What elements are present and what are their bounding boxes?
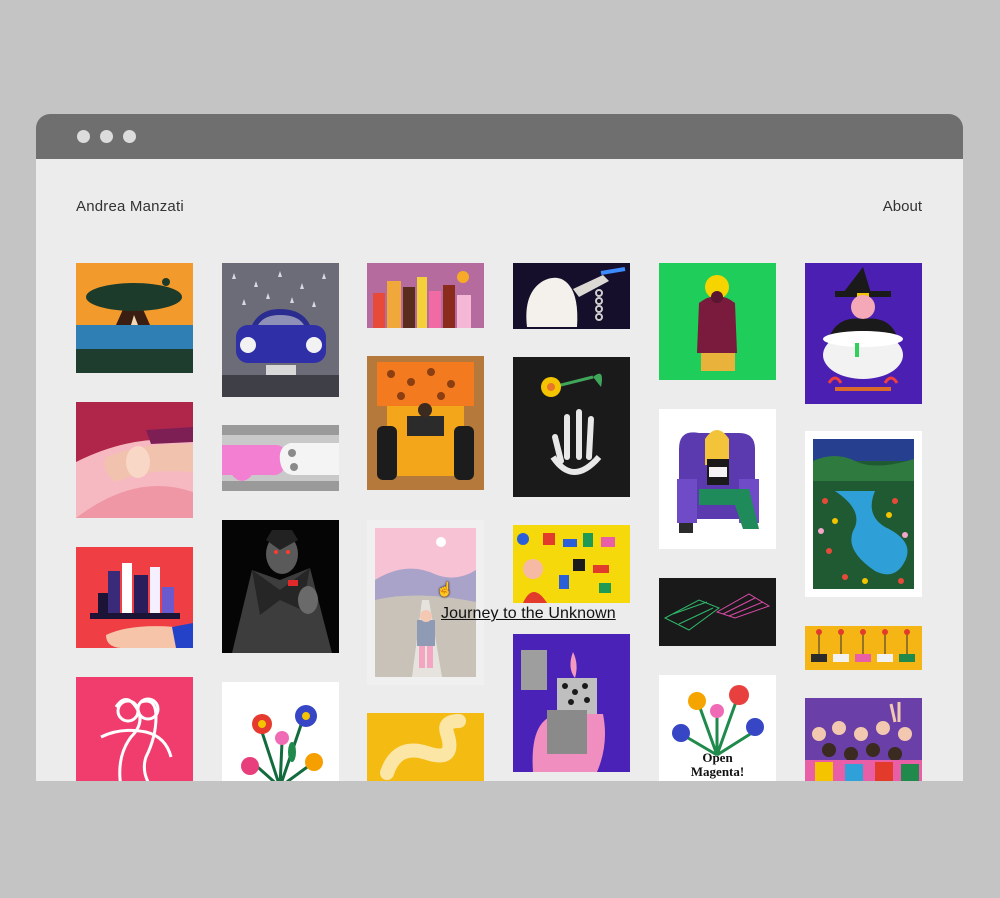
tile-vampire[interactable] <box>222 520 339 653</box>
maximize-control[interactable] <box>123 130 136 143</box>
ghost-chain-illustration <box>513 263 630 329</box>
vampire-illustration <box>222 520 339 653</box>
tile-open-magenta[interactable]: Open Magenta! <box>659 675 776 781</box>
embracing-couple-illustration <box>76 677 193 781</box>
puzzle-girl-illustration <box>513 525 630 603</box>
skeleton-hand-illustration <box>513 357 630 497</box>
open-magenta-line-1: Open <box>702 750 733 765</box>
wireframe-hands-illustration <box>659 578 776 646</box>
tile-flowers-bouquet[interactable] <box>222 682 339 781</box>
about-link[interactable]: About <box>883 198 922 215</box>
landscape-map-illustration <box>805 431 922 597</box>
tile-woman-chair-reading[interactable] <box>659 409 776 549</box>
tile-lighter[interactable] <box>513 634 630 772</box>
tile-city-on-hand[interactable] <box>76 547 193 648</box>
tile-journey-to-the-unknown[interactable] <box>367 520 484 685</box>
open-magenta-line-2: Magenta! <box>690 764 745 779</box>
tile-potion-bottles[interactable] <box>367 263 484 328</box>
yellow-snake-illustration <box>367 713 484 781</box>
hover-caption-link[interactable]: Journey to the Unknown <box>441 605 616 623</box>
tile-mouth-finger[interactable] <box>76 402 193 518</box>
journey-illustration <box>367 520 484 685</box>
green-saint-illustration <box>659 263 776 380</box>
flowers-bouquet-illustration <box>222 682 339 781</box>
tile-skeleton-hand-flower[interactable] <box>513 357 630 497</box>
tile-embracing-couple[interactable] <box>76 677 193 781</box>
page-viewport: Andrea Manzati About Open Magenta! ☝ Jou… <box>36 159 963 781</box>
tile-green-saint[interactable] <box>659 263 776 380</box>
fist-bump-illustration <box>222 425 339 491</box>
close-control[interactable] <box>77 130 90 143</box>
tile-ghost-chain[interactable] <box>513 263 630 329</box>
tile-yellow-snake[interactable] <box>367 713 484 781</box>
tile-food-skewers[interactable] <box>805 626 922 670</box>
brand-name-link[interactable]: Andrea Manzati <box>76 198 184 215</box>
lighter-illustration <box>513 634 630 772</box>
tile-tree-sunset[interactable] <box>76 263 193 373</box>
tile-landscape-map[interactable] <box>805 431 922 597</box>
tile-witch-cauldron[interactable] <box>805 263 922 404</box>
tree-sunset-illustration <box>76 263 193 373</box>
woman-chair-illustration <box>659 409 776 549</box>
tile-puzzle-girl[interactable] <box>513 525 630 603</box>
title-bar <box>36 114 963 159</box>
city-on-hand-illustration <box>76 547 193 648</box>
tile-wireframe-hands[interactable] <box>659 578 776 646</box>
blue-car-rain-illustration <box>222 263 339 397</box>
browser-window: Andrea Manzati About Open Magenta! ☝ Jou… <box>36 114 963 781</box>
minimize-control[interactable] <box>100 130 113 143</box>
tile-fist-bump[interactable] <box>222 425 339 491</box>
crowd-illustration <box>805 698 922 781</box>
mouth-finger-illustration <box>76 402 193 518</box>
witch-cauldron-illustration <box>805 263 922 404</box>
hand-cursor-icon: ☝ <box>436 581 454 597</box>
tractor-illustration <box>367 356 484 490</box>
tile-blue-car-rain[interactable] <box>222 263 339 397</box>
tile-tractor[interactable] <box>367 356 484 490</box>
food-skewers-illustration <box>805 626 922 670</box>
potion-bottles-illustration <box>367 263 484 328</box>
tile-crowd[interactable] <box>805 698 922 781</box>
